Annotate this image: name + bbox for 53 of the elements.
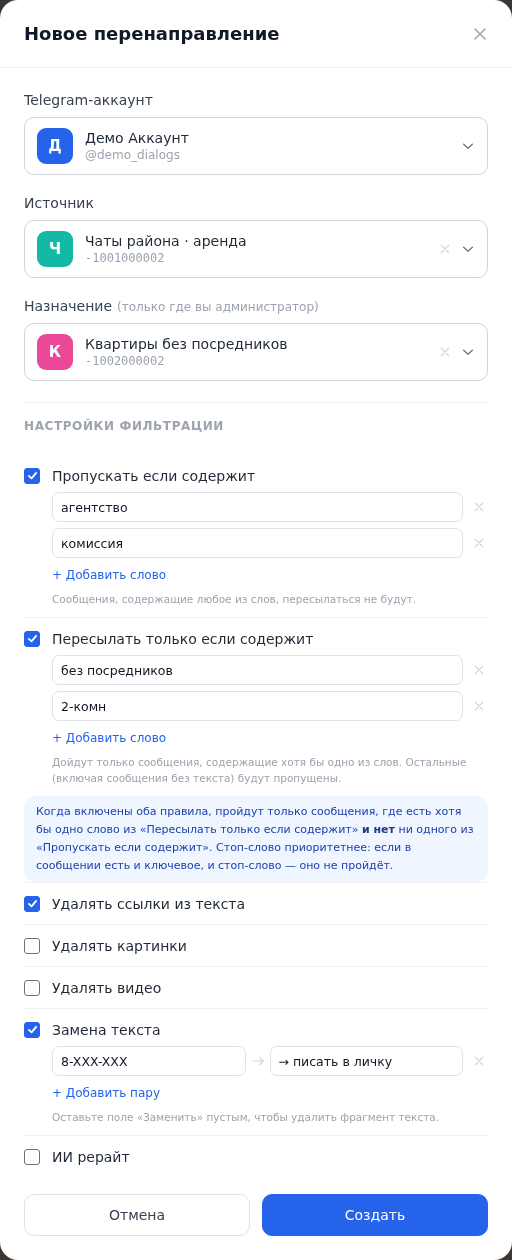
select-field[interactable]: Д Демо Аккаунт @demo_dialogs: [24, 117, 488, 175]
checkmark-icon: [25, 897, 39, 910]
chat-id: -1002000002: [85, 353, 166, 369]
field-note: (только где вы администратор): [117, 300, 319, 314]
field-label: Telegram-аккаунт: [24, 92, 153, 108]
field-label: Источник: [24, 195, 94, 211]
checkbox[interactable]: [24, 467, 40, 484]
checkbox[interactable]: [24, 937, 40, 954]
checkbox-label: Удалять ссылки из текста: [52, 895, 246, 912]
avatar-badge: К: [37, 334, 73, 370]
dialog-title: Новое перенаправление: [24, 23, 280, 44]
cancel-button[interactable]: Отмена: [24, 1194, 250, 1236]
select-field[interactable]: К Квартиры без посредников -1002000002: [24, 323, 488, 381]
checkbox-label: Пропускать если содержит: [52, 467, 256, 484]
checkmark-icon: [25, 469, 39, 482]
username: @demo_dialogs: [85, 147, 181, 163]
hint-text: Дойдут только сообщения, содержащие хотя бы одно из слов. Остальные (включая сообщения без текста) будут пропущены.: [52, 755, 468, 786]
hint-text: Сообщения, содержащие любое из слов, пересылаться не будут.: [52, 592, 418, 607]
text-input[interactable]: → писать в личку: [269, 1046, 463, 1076]
field-label: Назначение: [24, 298, 113, 314]
checkmark-icon: [25, 632, 39, 645]
checkbox-label: Пересылать только если содержит: [52, 630, 314, 647]
checkbox-label: ИИ рерайт: [52, 1148, 130, 1165]
chat-id: -1001000002: [85, 250, 166, 266]
text-input[interactable]: без посредников: [52, 655, 463, 685]
create-button[interactable]: Создать: [262, 1194, 488, 1236]
chat-name: Квартиры без посредников: [85, 335, 289, 353]
text-input[interactable]: агентство: [52, 492, 463, 522]
text-input[interactable]: комиссия: [52, 528, 463, 558]
chat-name: Чаты района · аренда: [85, 232, 248, 250]
avatar-badge: Д: [37, 128, 73, 164]
text-input[interactable]: 2-комн: [52, 691, 463, 721]
add-link[interactable]: + Добавить пару: [52, 1084, 488, 1102]
add-link[interactable]: + Добавить слово: [52, 729, 488, 747]
chat-name: Демо Аккаунт: [85, 129, 190, 147]
checkbox[interactable]: [24, 979, 40, 996]
add-link[interactable]: + Добавить слово: [52, 566, 488, 584]
text-input[interactable]: 8-XXX-XXX: [52, 1046, 246, 1076]
select-field[interactable]: Ч Чаты района · аренда -1001000002: [24, 220, 488, 278]
checkbox-label: Замена текста: [52, 1021, 161, 1038]
checkbox[interactable]: [24, 895, 40, 912]
close-icon[interactable]: [472, 25, 488, 42]
checkbox-label: Удалять видео: [52, 979, 162, 996]
checkbox[interactable]: [24, 1021, 40, 1038]
info-note: Когда включены оба правила, пройдут только сообщения, где есть хотя бы одно слово из «Пересылать только если содержит» и нет ни одного из «Пропускать если содержит». Стоп-слово приоритетнее: если в сообщении есть и ключевое, и стоп-слово — оно не пройдёт.: [24, 796, 488, 882]
checkbox-label: Удалять картинки: [52, 937, 187, 954]
arrow-right-icon: [250, 1054, 265, 1068]
hint-text: Оставьте поле «Заменить» пустым, чтобы удалить фрагмент текста.: [52, 1110, 441, 1125]
checkmark-icon: [25, 1023, 39, 1036]
checkbox[interactable]: [24, 630, 40, 647]
avatar-badge: Ч: [37, 231, 73, 267]
checkbox[interactable]: [24, 1148, 40, 1165]
section-heading: НАСТРОЙКИ ФИЛЬТРАЦИИ: [24, 419, 225, 433]
